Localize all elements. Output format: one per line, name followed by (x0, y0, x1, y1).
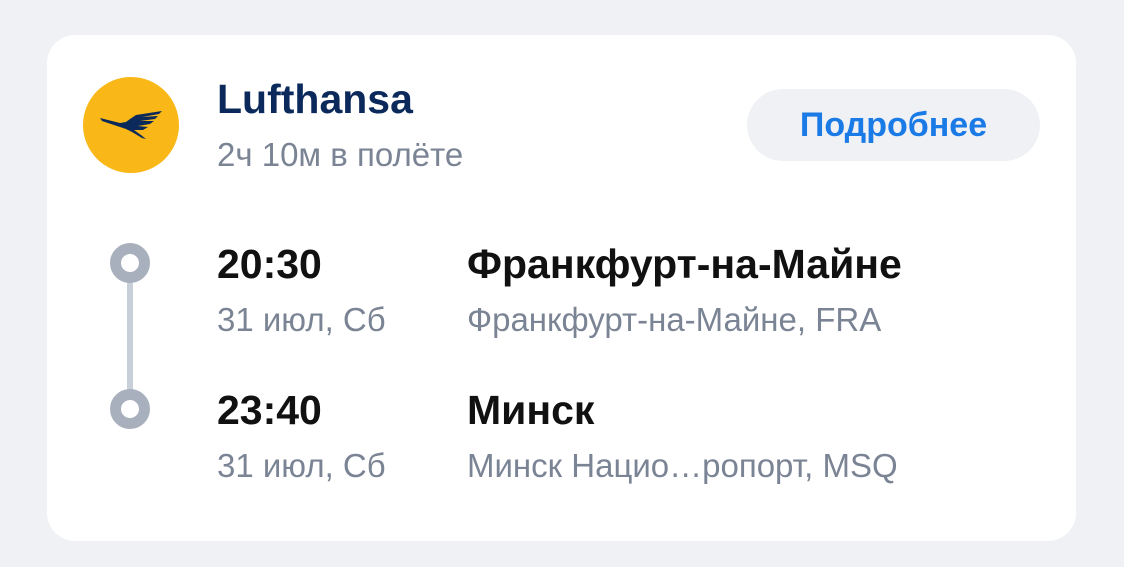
airline-name: Lufthansa (217, 76, 413, 122)
details-button[interactable]: Подробнее (747, 89, 1040, 161)
flight-duration: 2ч 10м в полёте (217, 136, 464, 173)
departure-time: 20:30 (217, 241, 322, 287)
departure-airport: Франкфурт-на-Майне, FRA (467, 301, 882, 338)
arrival-city: Минск (467, 387, 595, 433)
arrival-time: 23:40 (217, 387, 322, 433)
lufthansa-crane-icon (100, 111, 162, 139)
departure-date: 31 июл, Сб (217, 301, 386, 338)
arrival-dot-icon (110, 389, 150, 429)
departure-dot-icon (110, 243, 150, 283)
timeline-line (127, 281, 133, 399)
arrival-date: 31 июл, Сб (217, 447, 386, 484)
flight-card: Lufthansa 2ч 10м в полёте Подробнее 20:3… (47, 35, 1076, 541)
airline-logo (83, 77, 179, 173)
departure-city: Франкфурт-на-Майне (467, 241, 902, 287)
arrival-airport: Минск Нацио…ропорт, MSQ (467, 447, 898, 484)
